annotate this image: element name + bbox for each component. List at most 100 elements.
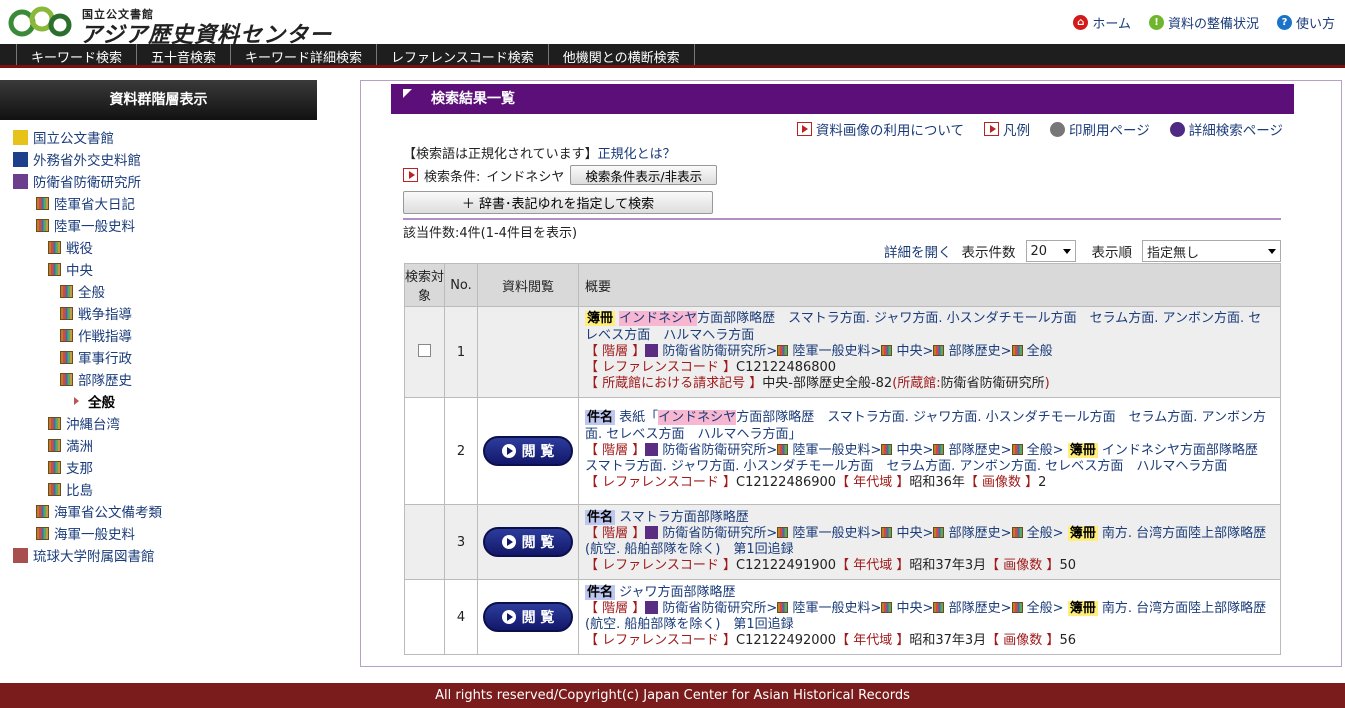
- view-button[interactable]: 閲 覧: [483, 436, 573, 466]
- hier-link[interactable]: 中央: [897, 443, 923, 458]
- col-no: No.: [444, 263, 478, 307]
- tree-item[interactable]: 比島: [0, 478, 320, 500]
- hier-link[interactable]: 部隊歴史: [949, 526, 1001, 541]
- tree-item[interactable]: 外務省外交史料館: [0, 148, 320, 170]
- view-button[interactable]: 閲 覧: [483, 527, 573, 557]
- books-icon: [933, 601, 945, 613]
- tree-item[interactable]: 部隊歴史: [0, 368, 320, 390]
- cell-summary: 簿冊 インドネシヤ方面部隊略歴 スマトラ方面. ジャワ方面. 小スンダチモール方…: [578, 306, 1281, 398]
- hier-link[interactable]: 中央: [897, 601, 923, 616]
- hier-link[interactable]: 陸軍一般史料: [792, 443, 870, 458]
- hier-link[interactable]: 防衛省防衛研究所: [662, 344, 766, 359]
- nav-refcode-search[interactable]: レファレンスコード検索: [376, 44, 548, 66]
- refcode-label: 【 レファレンスコード 】: [585, 558, 737, 574]
- books-icon: [36, 526, 49, 540]
- normalize-help-link[interactable]: 正規化とは？: [598, 147, 676, 162]
- tree-item[interactable]: 陸軍一般史料: [0, 214, 320, 236]
- books-icon: [48, 416, 61, 430]
- item-title[interactable]: ジャワ方面部隊略歴: [619, 585, 735, 600]
- org-value: 防衛省防衛研究所: [940, 376, 1045, 392]
- tree-item[interactable]: 支那: [0, 456, 320, 478]
- title-prefix[interactable]: 表紙「: [619, 410, 658, 425]
- per-page-select[interactable]: 20: [1025, 240, 1076, 262]
- tree-item[interactable]: 戦争指導: [0, 302, 320, 324]
- view-button[interactable]: 閲 覧: [483, 602, 573, 632]
- tree-item[interactable]: 国立公文書館: [0, 126, 320, 148]
- nav-advanced-search[interactable]: キーワード詳細検索: [230, 44, 376, 66]
- tree-item[interactable]: 琉球大学附属図書館: [0, 544, 320, 566]
- tree-item[interactable]: 全般: [0, 280, 320, 302]
- nav-keyword-search[interactable]: キーワード検索: [16, 44, 136, 66]
- expand-details-link[interactable]: 詳細を開く: [884, 241, 952, 261]
- tree-item[interactable]: 海軍一般史料: [0, 522, 320, 544]
- per-page-label: 表示件数: [961, 245, 1016, 261]
- help-link[interactable]: ? 使い方: [1276, 13, 1335, 32]
- tree-item[interactable]: 防衛省防衛研究所: [0, 170, 320, 192]
- logo[interactable]: 国立公文書館 アジア歴史資料センター: [8, 3, 373, 48]
- hier-link[interactable]: 全般: [1027, 443, 1053, 458]
- tree-item[interactable]: 戦役: [0, 236, 320, 258]
- tree-item[interactable]: 海軍省公文備考類: [0, 500, 320, 522]
- hier-link[interactable]: 防衛省防衛研究所: [662, 443, 766, 458]
- hier-link[interactable]: 全般: [1027, 601, 1053, 616]
- tree-item[interactable]: 陸軍省大日記: [0, 192, 320, 214]
- hier-link[interactable]: 部隊歴史: [949, 344, 1001, 359]
- tree-item[interactable]: 軍事行政: [0, 346, 320, 368]
- hierarchy-tree: 国立公文書館 外務省外交史料館 防衛省防衛研究所 陸軍省大日記 陸軍一般史料 戦…: [0, 126, 320, 566]
- tree-item[interactable]: 満洲: [0, 434, 320, 456]
- tree-item-label: 全般: [88, 395, 115, 411]
- tree-item[interactable]: 中央: [0, 258, 320, 280]
- order-select[interactable]: 指定無し: [1142, 240, 1281, 262]
- hier-link[interactable]: 全般: [1027, 344, 1053, 359]
- imagecount-value: 56: [1059, 633, 1076, 649]
- result-controls: 詳細を開く 表示件数 20 表示順 指定無し: [884, 240, 1281, 262]
- hier-link[interactable]: 部隊歴史: [949, 443, 1001, 458]
- tree-item[interactable]: 作戦指導: [0, 324, 320, 346]
- keyword-highlight[interactable]: インドネシヤ: [658, 410, 737, 426]
- select-checkbox[interactable]: [418, 343, 431, 357]
- item-title[interactable]: スマトラ方面部隊略歴: [619, 510, 749, 525]
- tree-item-label: 琉球大学附属図書館: [33, 549, 155, 565]
- hier-link[interactable]: 陸軍一般史料: [792, 601, 870, 616]
- advanced-search-link[interactable]: 詳細検索ページ: [1169, 119, 1283, 139]
- books-icon: [881, 526, 893, 538]
- table-row: 4 閲 覧 件名 ジャワ方面部隊略歴 【 階層 】 防衛省防衛研究所> 陸軍一般…: [404, 579, 1281, 655]
- books-icon: [48, 262, 61, 276]
- hier-link[interactable]: 全般: [1027, 526, 1053, 541]
- legend-label: 凡例: [1003, 123, 1031, 139]
- hier-link[interactable]: 防衛省防衛研究所: [662, 601, 766, 616]
- imagecount-value: 2: [1038, 475, 1047, 491]
- dictionary-search-button[interactable]: ＋ 辞書･表記ゆれを指定して検索: [403, 191, 713, 214]
- print-link[interactable]: 印刷用ページ: [1050, 119, 1150, 139]
- image-usage-link[interactable]: 資料画像の利用について: [796, 119, 964, 139]
- nav-syllabary-search[interactable]: 五十音検索: [136, 44, 230, 66]
- archive-icon: [645, 600, 659, 614]
- tree-item-label: 作戦指導: [78, 329, 132, 345]
- tree-item[interactable]: 沖縄台湾: [0, 412, 320, 434]
- item-tag: 件名: [585, 410, 616, 426]
- keyword-highlight[interactable]: インドネシヤ: [619, 311, 698, 327]
- table-row: 2 閲 覧 件名 表紙「インドネシヤ方面部隊略歴 スマトラ方面. ジャワ方面. …: [404, 397, 1281, 505]
- books-icon: [1011, 344, 1023, 356]
- hier-link[interactable]: 陸軍一般史料: [792, 526, 870, 541]
- legend-link[interactable]: 凡例: [984, 119, 1030, 139]
- hier-link[interactable]: 中央: [897, 344, 923, 359]
- books-icon: [777, 443, 789, 455]
- tree-item-label: 外務省外交史料館: [33, 153, 141, 169]
- refcode-label: 【 レファレンスコード 】: [585, 633, 737, 649]
- hier-link[interactable]: 陸軍一般史料: [792, 344, 870, 359]
- cell-view: 閲 覧: [477, 579, 579, 655]
- status-link[interactable]: ! 資料の整備状況: [1148, 13, 1259, 32]
- hier-link[interactable]: 部隊歴史: [949, 601, 1001, 616]
- hier-link[interactable]: 防衛省防衛研究所: [662, 526, 766, 541]
- home-link[interactable]: ⌂ ホーム: [1073, 13, 1131, 32]
- books-icon: [36, 504, 49, 518]
- nav-cross-search[interactable]: 他機関との横断検索: [547, 44, 695, 66]
- hier-link[interactable]: 中央: [897, 526, 923, 541]
- hierarchy-label: 【 階層 】: [585, 442, 646, 458]
- print-label: 印刷用ページ: [1069, 123, 1150, 139]
- view-button-label: 閲 覧: [521, 610, 555, 626]
- table-row: 1 簿冊 インドネシヤ方面部隊略歴 スマトラ方面. ジャワ方面. 小スンダチモー…: [404, 306, 1281, 398]
- toggle-conditions-button[interactable]: 検索条件表示/非表示: [570, 165, 718, 185]
- books-icon: [1011, 601, 1023, 613]
